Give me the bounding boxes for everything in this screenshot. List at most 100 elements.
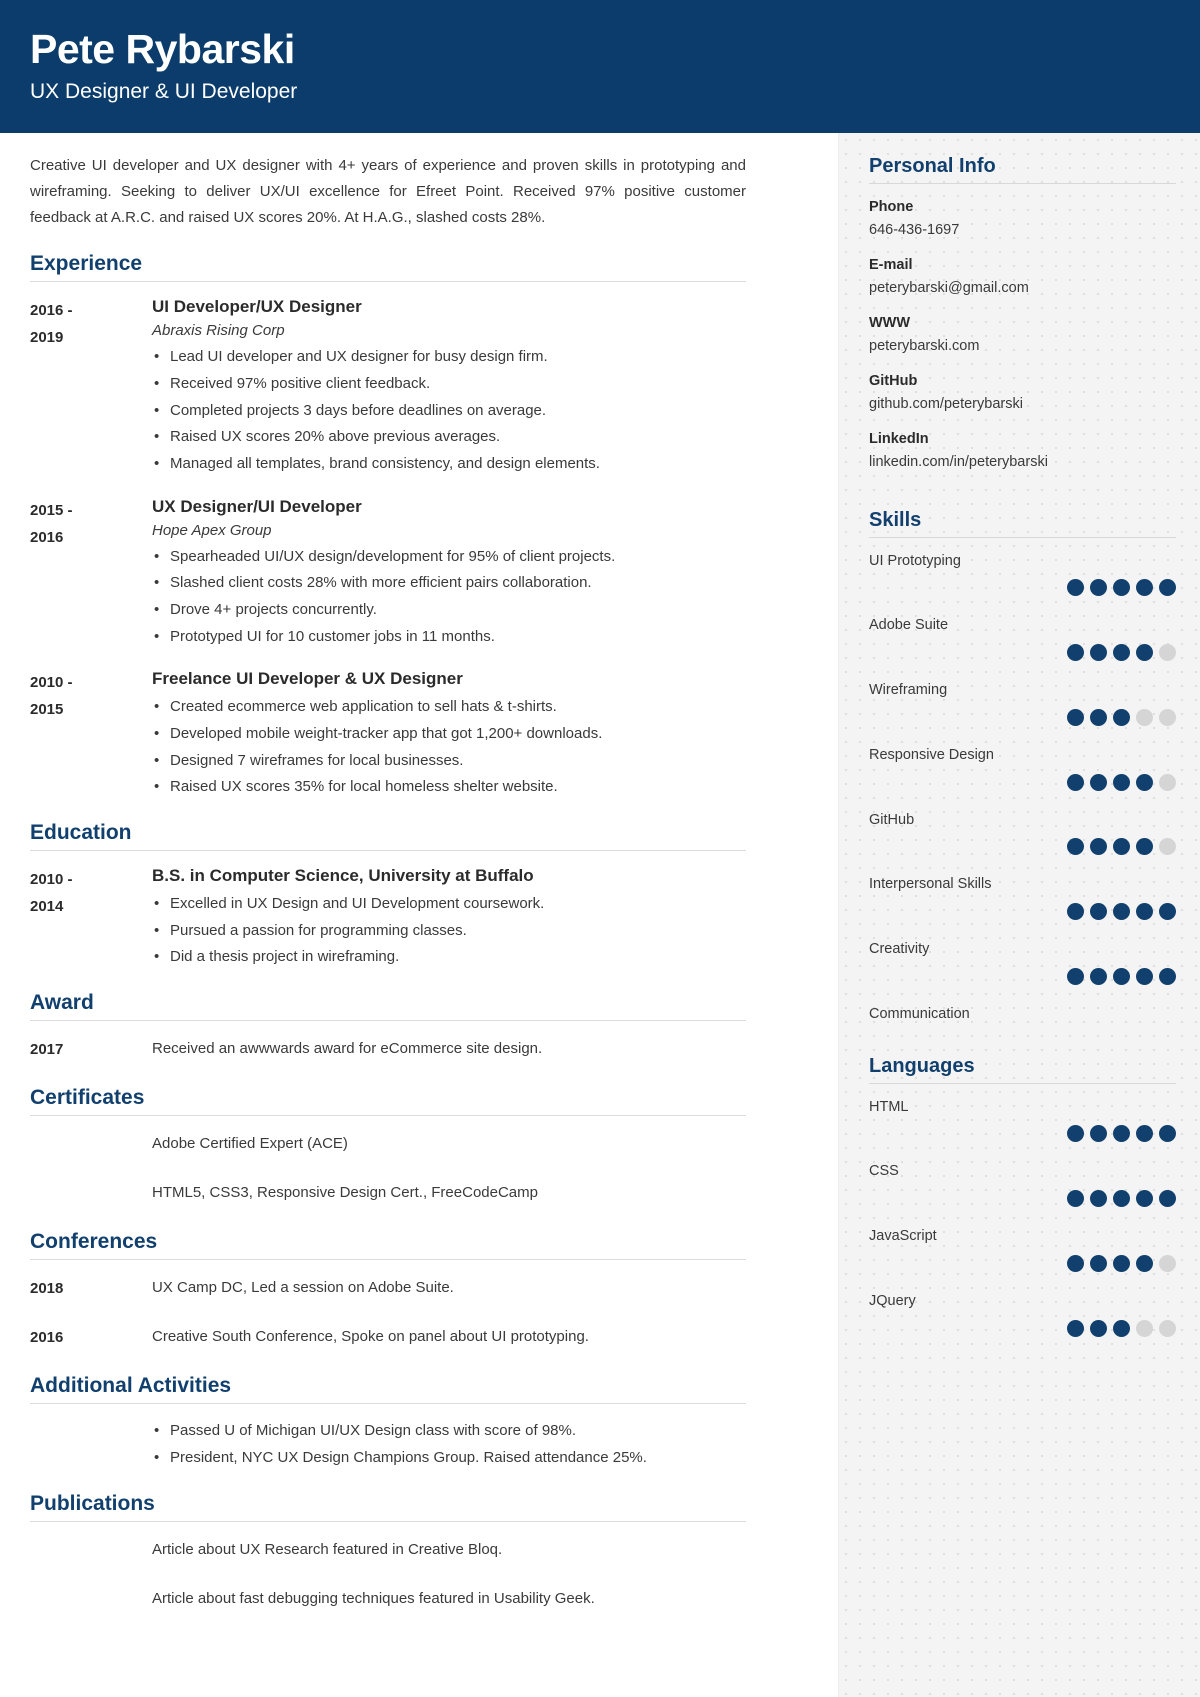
entry-date-to: 2015 [30,701,64,719]
bullet-item: Created ecommerce web application to sel… [152,694,746,721]
entry-dates [30,1179,152,1210]
main-column: Creative UI developer and UX designer wi… [0,133,838,1697]
bullet-item: Spearheaded UI/UX design/development for… [152,544,746,571]
entry-date-from: 2010 - [30,674,73,692]
section-heading-experience: Experience [30,252,143,276]
rating-dot [1113,903,1130,921]
sidebar: Personal Info Phone 646-436-1697 E-mail pet… [838,133,1200,1697]
rating-dot [1090,903,1107,921]
entry-body: Creative South Conference, Spoke on pane… [152,1323,746,1354]
activities-entries: Passed U of Michigan UI/UX Design class … [30,1418,746,1471]
bullet-item: President, NYC UX Design Champions Group… [152,1445,746,1472]
rating-dot [1067,1125,1084,1143]
personal-info-label: GitHub [869,372,918,389]
bullet-item: Completed projects 3 days before deadlin… [152,398,746,425]
rating-dots [869,1319,1176,1337]
job-subtitle: UX Designer & UI Developer [30,80,298,104]
divider [30,1403,746,1405]
personal-info-value[interactable]: peterybarski.com [869,335,1176,358]
entry-row: Article about UX Research featured in Cr… [30,1536,746,1567]
personal-info-value[interactable]: peterybarski@gmail.com [869,277,1176,300]
entry-organization: Hope Apex Group [152,521,272,539]
bullet-item: Did a thesis project in wireframing. [152,944,746,971]
rating-dot [1136,1125,1153,1143]
sidebar-section-personal-info: Personal Info Phone 646-436-1697 E-mail pet… [869,133,1176,474]
rating-label: Communication [869,1005,970,1022]
rating-row: CSS [869,1161,1176,1208]
languages-list: HTML CSS JavaScript JQuery [869,1097,1176,1337]
entry-row: 2015 - 2016 UX Designer/UI Developer Hope A… [30,496,746,651]
rating-dot [1159,903,1176,921]
bullet-item: Passed U of Michigan UI/UX Design class … [152,1418,746,1445]
sidebar-heading-personal-info: Personal Info [869,155,996,177]
rating-row: JavaScript [869,1226,1176,1272]
rating-row: Communication [869,1004,1176,1026]
rating-dot [1090,644,1107,662]
rating-dot [1067,967,1084,985]
rating-dots [869,644,1176,662]
bullet-item: Slashed client costs 28% with more effic… [152,570,746,597]
entry-date-from: 2015 - [30,501,73,519]
entry-row: 2010 - 2015 Freelance UI Developer & UX De… [30,668,746,801]
rating-dot [1113,644,1130,662]
divider [869,1082,1176,1084]
rating-dots [869,1125,1176,1143]
entry-dates: 2018 [30,1274,152,1305]
entry-row: Article about fast debugging techniques … [30,1585,746,1616]
section-conferences: Conferences 2018 UX Camp DC, Led a sessio… [30,1230,746,1354]
entry-body: Article about UX Research featured in Cr… [152,1536,746,1567]
entry-text: HTML5, CSS3, Responsive Design Cert., Fr… [152,1184,538,1202]
divider [30,1020,746,1022]
section-heading-certificates: Certificates [30,1086,145,1110]
entry-text: Article about fast debugging techniques … [152,1589,595,1607]
rating-dots [869,1190,1176,1208]
rating-dots [869,838,1176,856]
rating-dot [1113,773,1130,791]
entry-dates: 2010 - 2015 [30,668,152,801]
bullet-item: Received 97% positive client feedback. [152,371,746,398]
skills-list: UI Prototyping Adobe Suite Wireframing Resp… [869,551,1176,1026]
entry-title: B.S. in Computer Science, University at … [152,866,534,886]
sidebar-heading-languages: Languages [869,1054,975,1077]
divider [869,183,1176,184]
personal-info-value[interactable]: github.com/peterybarski [869,393,1176,416]
entry-title: UI Developer/UX Designer [152,297,362,317]
entry-bullets: Excelled in UX Design and UI Development… [152,891,746,971]
rating-dot [1090,1254,1107,1272]
certificates-entries: Adobe Certified Expert (ACE) HTML5, CSS3,… [30,1130,746,1210]
rating-label: Adobe Suite [869,617,949,634]
rating-label: HTML [869,1098,909,1115]
award-entries: 2017 Received an awwwards award for eComm… [30,1035,746,1066]
rating-dot [1113,838,1130,856]
entry-body: B.S. in Computer Science, University at … [152,865,746,971]
resume-header: Pete Rybarski UX Designer & UI Developer [0,0,1200,133]
personal-info-value[interactable]: linkedin.com/in/peterybarski [869,451,1176,474]
section-education: Education 2010 - 2014 B.S. in Computer Sci… [30,821,746,971]
section-additional-activities: Additional Activities Passed U of Michig… [30,1374,746,1471]
rating-dot [1136,708,1153,726]
rating-dot [1113,1125,1130,1143]
rating-dot [1113,967,1130,985]
rating-dot [1159,1190,1176,1208]
sidebar-heading-skills: Skills [869,508,922,531]
divider [30,281,746,283]
conferences-entries: 2018 UX Camp DC, Led a session on Adobe S… [30,1274,746,1354]
entry-body: Received an awwwards award for eCommerce… [152,1035,746,1066]
personal-info-value[interactable]: 646-436-1697 [869,219,1176,242]
entry-bullets: Spearheaded UI/UX design/development for… [152,544,746,651]
entry-body: UX Designer/UI Developer Hope Apex Group S… [152,496,746,651]
rating-row: Wireframing [869,680,1176,726]
section-publications: Publications Article about UX Research f… [30,1492,746,1616]
entry-body: HTML5, CSS3, Responsive Design Cert., Fr… [152,1179,746,1210]
entry-row: 2018 UX Camp DC, Led a session on Adobe S… [30,1274,746,1305]
rating-dot [1090,1319,1107,1337]
divider [30,850,746,852]
rating-dot [1067,1319,1084,1337]
rating-dot [1159,1125,1176,1143]
rating-dot [1159,708,1176,726]
rating-dot [1090,579,1107,597]
section-award: Award 2017 Received an awwwards award for… [30,991,746,1066]
rating-row: Adobe Suite [869,615,1176,662]
rating-dot [1136,1254,1153,1272]
rating-dot [1090,838,1107,856]
